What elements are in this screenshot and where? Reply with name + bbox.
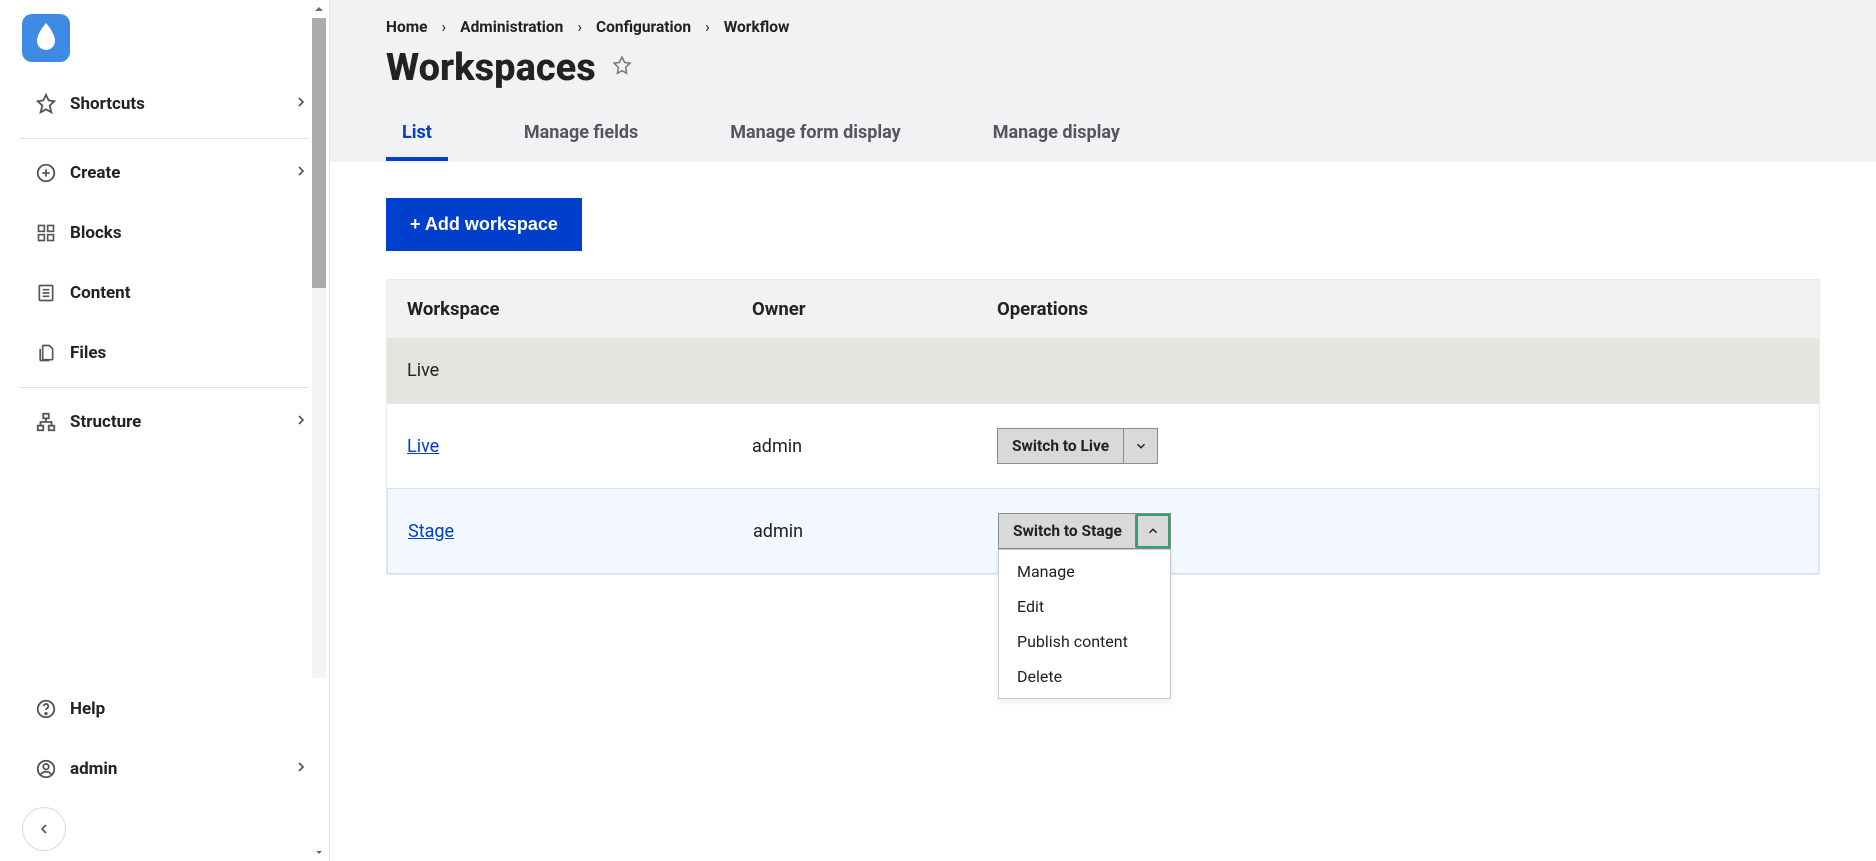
- switch-to-stage-button[interactable]: Switch to Stage: [999, 514, 1136, 548]
- tab-manage-form-display[interactable]: Manage form display: [714, 108, 916, 161]
- sidebar-item-shortcuts[interactable]: Shortcuts: [0, 74, 329, 134]
- sidebar-item-files[interactable]: Files: [0, 323, 329, 383]
- sidebar-item-create[interactable]: Create: [0, 143, 329, 203]
- breadcrumb: Home › Administration › Configuration › …: [330, 18, 1876, 42]
- col-header-owner: Owner: [752, 298, 997, 320]
- dropdown-item-edit[interactable]: Edit: [999, 589, 1170, 624]
- page-title: Workspaces: [386, 46, 596, 90]
- sidebar: Shortcuts Create Blocks Co: [0, 0, 330, 861]
- breadcrumb-item-administration[interactable]: Administration: [460, 18, 563, 36]
- chevron-right-icon: [293, 412, 309, 433]
- sidebar-item-help[interactable]: Help: [0, 679, 329, 739]
- sidebar-item-label: Shortcuts: [70, 94, 145, 114]
- operations-dropdown: Manage Edit Publish content Delete: [998, 549, 1171, 699]
- switch-to-live-button[interactable]: Switch to Live: [998, 429, 1123, 463]
- dropdown-item-publish-content[interactable]: Publish content: [999, 624, 1170, 659]
- operations-dropbutton-live: Switch to Live: [997, 428, 1158, 464]
- sidebar-item-label: Content: [70, 283, 130, 303]
- breadcrumb-item-configuration[interactable]: Configuration: [596, 18, 691, 36]
- sidebar-item-label: Structure: [70, 412, 141, 432]
- sidebar-item-blocks[interactable]: Blocks: [0, 203, 329, 263]
- owner-cell: admin: [752, 436, 997, 457]
- scrollbar-thumb[interactable]: [312, 18, 326, 288]
- sidebar-item-label: Blocks: [70, 223, 122, 243]
- sidebar-item-label: admin: [70, 759, 117, 779]
- page-header: Home › Administration › Configuration › …: [330, 0, 1876, 162]
- sidebar-item-label: Create: [70, 163, 120, 183]
- chevron-right-icon: [293, 163, 309, 184]
- col-header-operations: Operations: [997, 298, 1799, 320]
- chevron-right-icon: ›: [705, 18, 710, 36]
- sidebar-item-label: Help: [70, 699, 105, 719]
- app-logo[interactable]: [22, 14, 70, 62]
- files-icon: [34, 341, 58, 365]
- table-row: Live admin Switch to Live: [387, 403, 1819, 488]
- favorite-star-toggle[interactable]: [610, 54, 634, 82]
- owner-cell: admin: [753, 521, 998, 542]
- tab-manage-fields[interactable]: Manage fields: [508, 108, 654, 161]
- chevron-right-icon: [293, 759, 309, 780]
- scrollbar-up-icon[interactable]: [309, 0, 329, 18]
- document-lines-icon: [34, 281, 58, 305]
- tab-manage-display[interactable]: Manage display: [977, 108, 1136, 161]
- sidebar-item-admin[interactable]: admin: [0, 739, 329, 799]
- sidebar-item-label: Files: [70, 343, 106, 363]
- blocks-icon: [34, 221, 58, 245]
- tabs: List Manage fields Manage form display M…: [330, 108, 1876, 162]
- star-icon: [34, 92, 58, 116]
- operations-toggle-stage[interactable]: [1136, 514, 1170, 548]
- operations-dropbutton-stage: Switch to Stage: [998, 513, 1171, 549]
- sidebar-item-structure[interactable]: Structure: [0, 392, 329, 452]
- help-icon: [34, 697, 58, 721]
- workspaces-table: Workspace Owner Operations Live Live adm…: [386, 279, 1820, 575]
- sidebar-item-content[interactable]: Content: [0, 263, 329, 323]
- collapse-sidebar-button[interactable]: [22, 807, 66, 851]
- workspace-link-stage[interactable]: Stage: [408, 521, 454, 542]
- plus-circle-icon: [34, 161, 58, 185]
- breadcrumb-item-home[interactable]: Home: [386, 18, 428, 36]
- main-content: Home › Administration › Configuration › …: [330, 0, 1876, 861]
- structure-icon: [34, 410, 58, 434]
- chevron-right-icon: [293, 94, 309, 115]
- workspace-link-live[interactable]: Live: [407, 436, 439, 457]
- col-header-workspace: Workspace: [407, 298, 752, 320]
- chevron-right-icon: ›: [577, 18, 582, 36]
- dropdown-item-manage[interactable]: Manage: [999, 554, 1170, 589]
- user-icon: [34, 757, 58, 781]
- table-header: Workspace Owner Operations: [387, 280, 1819, 338]
- add-workspace-button[interactable]: + Add workspace: [386, 198, 582, 251]
- dropdown-item-delete[interactable]: Delete: [999, 659, 1170, 694]
- chevron-right-icon: ›: [442, 18, 447, 36]
- tab-list[interactable]: List: [386, 108, 448, 161]
- operations-toggle-live[interactable]: [1123, 429, 1157, 463]
- breadcrumb-item-workflow[interactable]: Workflow: [724, 18, 790, 36]
- table-group-row: Live: [387, 338, 1819, 403]
